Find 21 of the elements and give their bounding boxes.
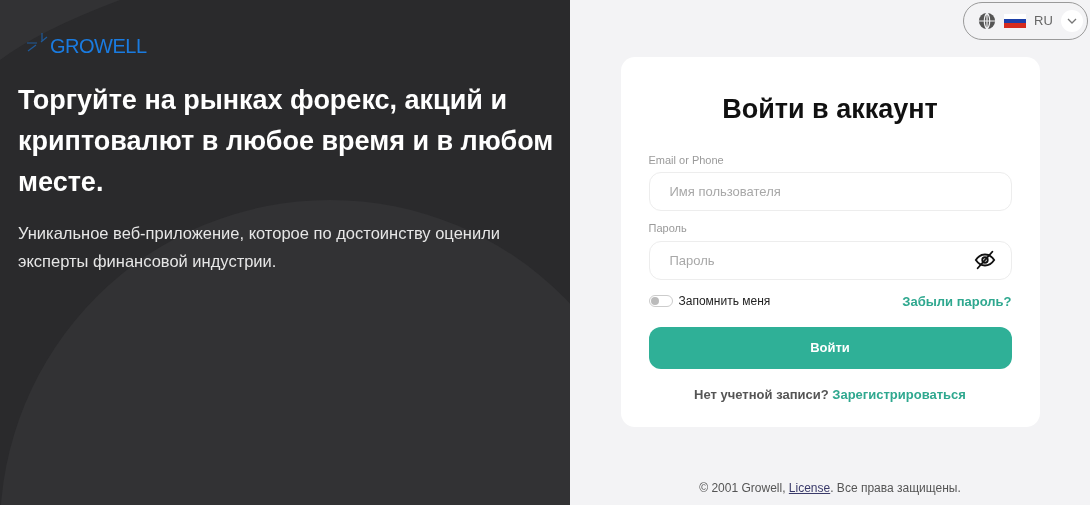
logo-icon bbox=[26, 32, 48, 54]
remember-toggle[interactable] bbox=[648, 295, 673, 308]
russian-flag-icon bbox=[1004, 14, 1026, 28]
chevron-down-icon bbox=[1060, 10, 1083, 32]
logo-text: GROWELL bbox=[50, 36, 147, 56]
login-title: Войти в аккаунт bbox=[721, 93, 939, 126]
username-field[interactable]: Имя пользователя bbox=[648, 172, 1012, 211]
remember-label: Запомнить меня bbox=[678, 293, 771, 311]
globe-icon bbox=[978, 12, 996, 30]
field-label: Пароль bbox=[648, 221, 687, 236]
forgot-password-link[interactable]: Забыли пароль? bbox=[902, 291, 1012, 311]
password-field[interactable]: Пароль bbox=[648, 240, 1012, 280]
signup-prompt: Нет учетной записи? Зарегистрироваться bbox=[693, 386, 967, 404]
language-code: RU bbox=[1034, 12, 1053, 31]
eye-off-icon[interactable] bbox=[973, 248, 996, 271]
field-label: Email or Phone bbox=[648, 152, 724, 168]
hero-subtitle: Уникальное веб-приложение, которое по достоинству оценили эксперты финансовой индустрии. bbox=[18, 223, 501, 272]
hero-headline: Торгуйте на рынках форекс, акций и криптовалют в любое время и в любом месте. bbox=[18, 84, 555, 199]
footer-copyright: © 2001 Growell, License. Все права защищены. bbox=[699, 480, 961, 497]
signup-link[interactable]: Зарегистрироваться bbox=[832, 387, 966, 402]
login-button[interactable]: Войти bbox=[648, 327, 1012, 369]
